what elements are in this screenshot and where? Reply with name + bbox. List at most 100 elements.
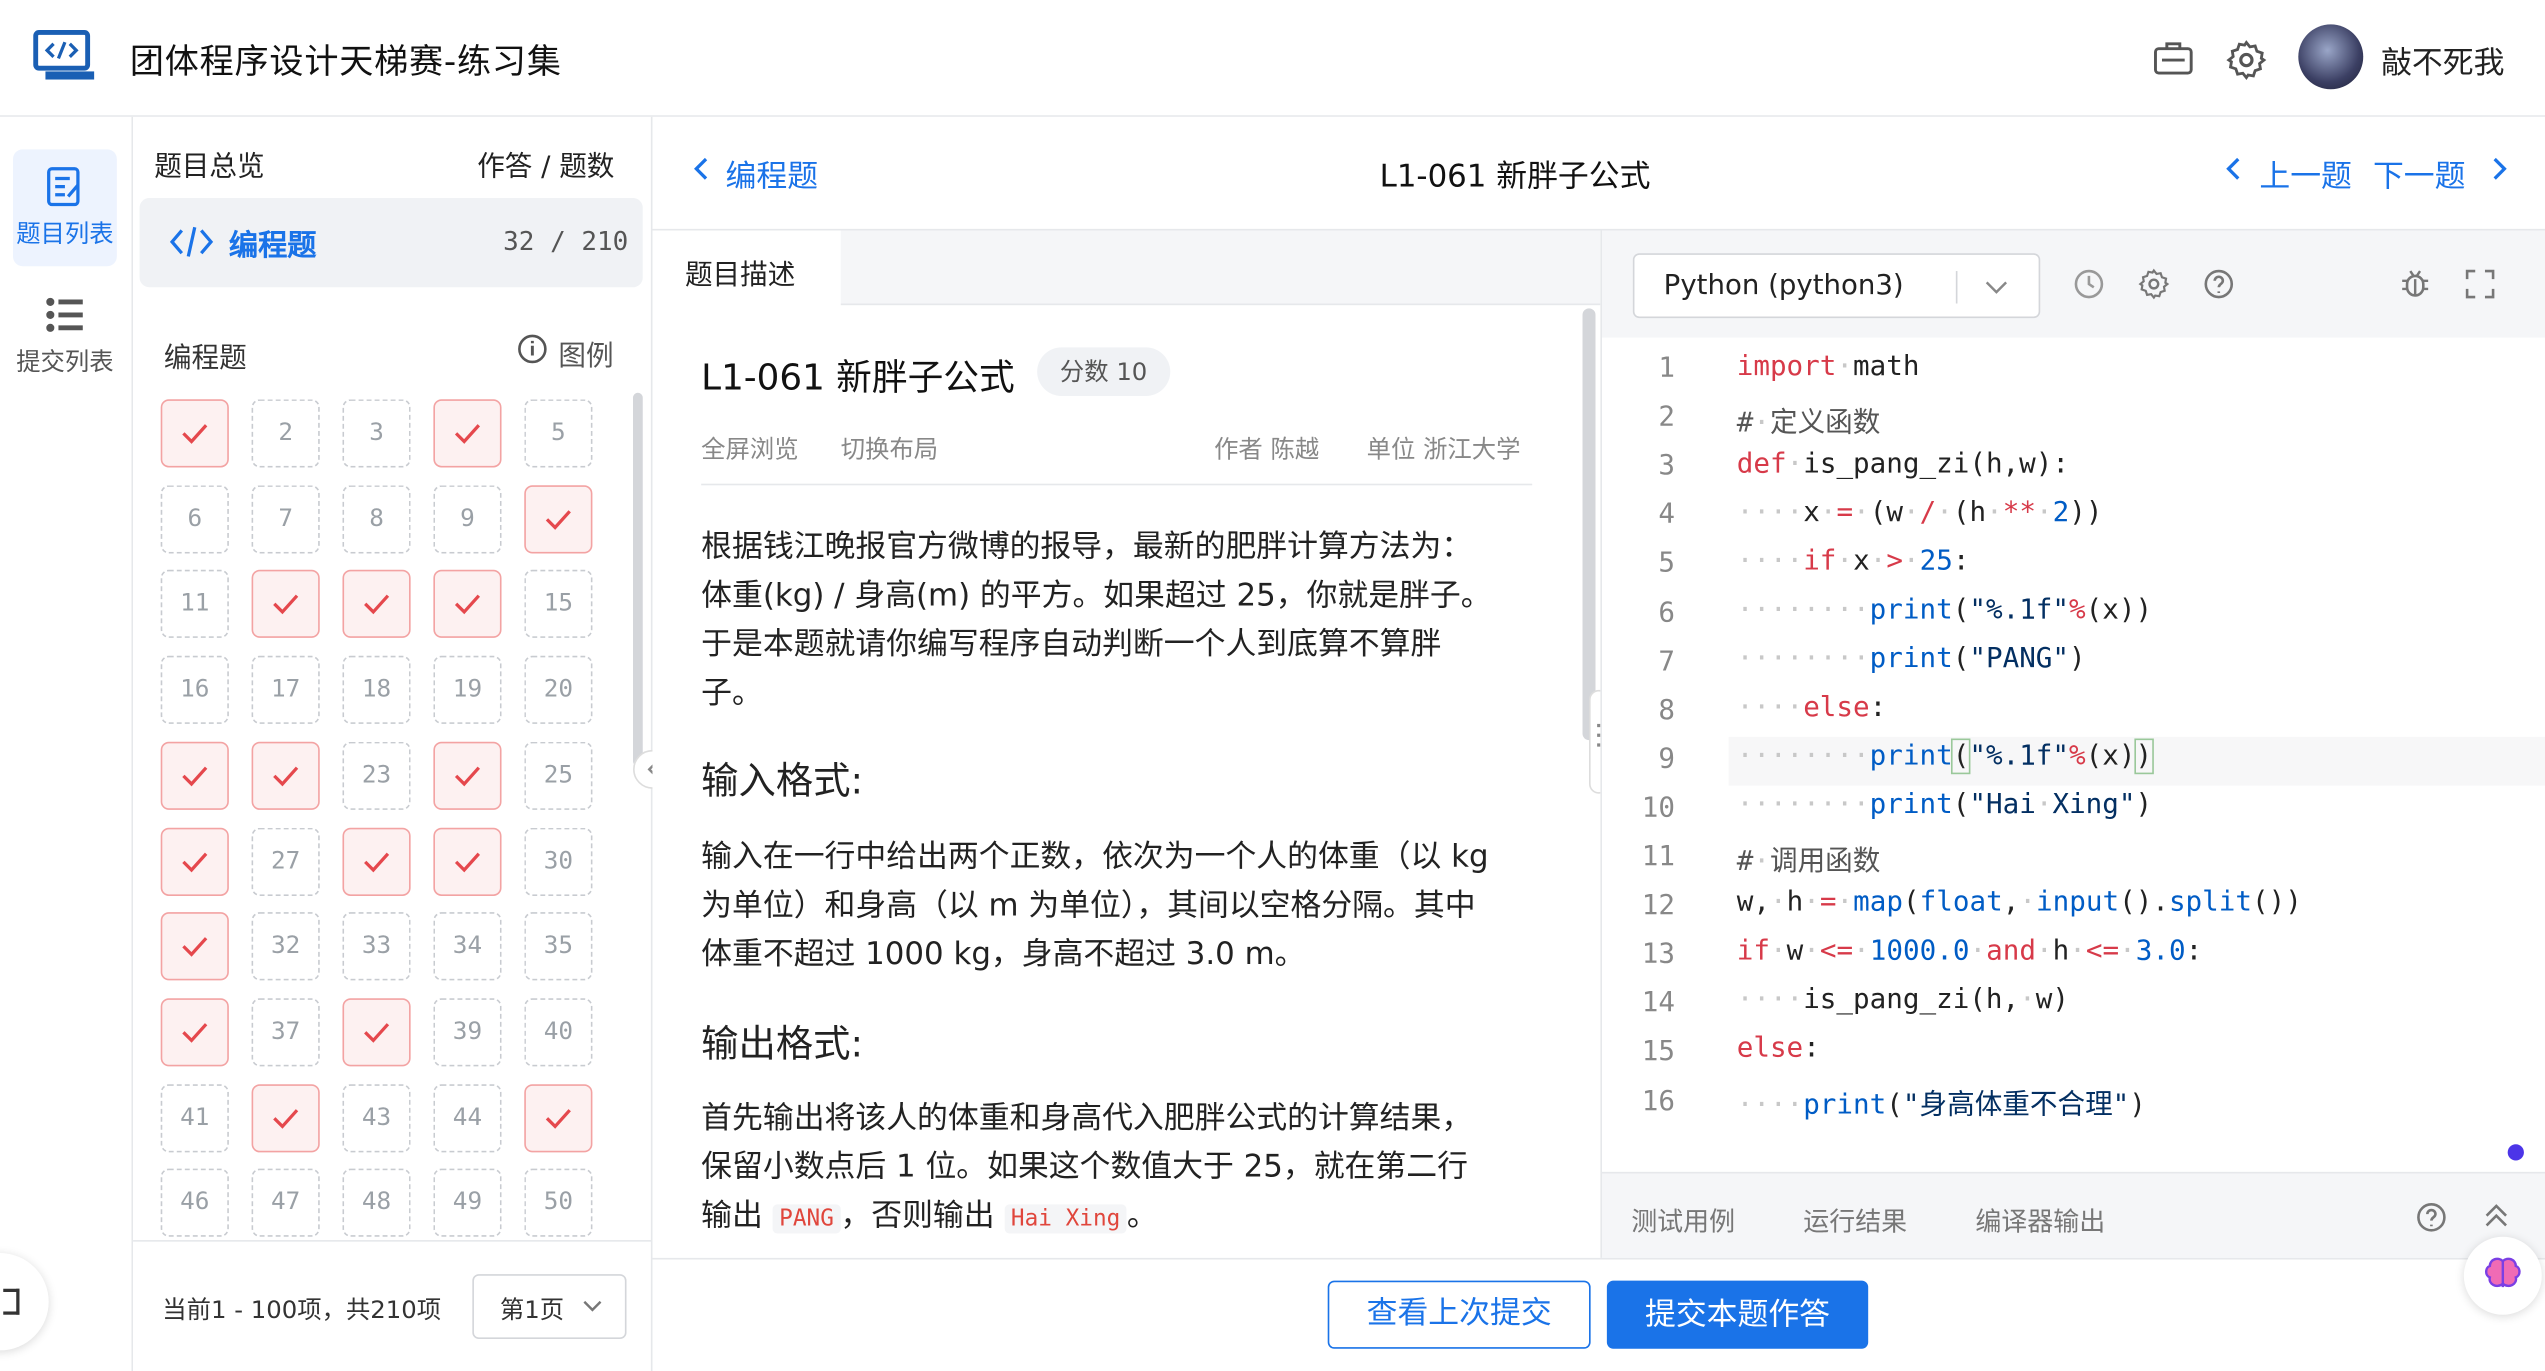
problem-cell-38[interactable]: [342, 998, 411, 1067]
code-line[interactable]: ····x·=·(w·/·(h·**·2)): [1737, 497, 2103, 529]
username[interactable]: 敲不死我: [2381, 39, 2504, 83]
problem-cell-17[interactable]: 17: [251, 655, 320, 725]
code-line[interactable]: ········print("Hai·Xing"): [1737, 789, 2152, 821]
chevron-right-icon[interactable]: [2490, 156, 2509, 182]
problem-cell-9[interactable]: 9: [433, 484, 502, 553]
problem-cell-37[interactable]: 37: [251, 998, 320, 1067]
code-line[interactable]: ····else:: [1737, 691, 1887, 723]
code-line[interactable]: #·调用函数: [1737, 838, 1881, 878]
problem-cell-18[interactable]: 18: [342, 655, 411, 725]
description-scrollbar[interactable]: [1582, 308, 1596, 741]
code-line[interactable]: def·is_pang_zi(h,w):: [1737, 448, 2069, 480]
fullscreen-link[interactable]: 全屏浏览: [701, 432, 798, 466]
problem-cell-49[interactable]: 49: [433, 1169, 502, 1238]
problem-cell-19[interactable]: 19: [433, 655, 502, 725]
problem-cell-22[interactable]: [251, 741, 320, 810]
problem-cell-13[interactable]: [342, 570, 411, 639]
problem-cell-30[interactable]: 30: [524, 826, 593, 896]
problem-cell-20[interactable]: 20: [524, 655, 593, 725]
submit-button[interactable]: 提交本题作答: [1606, 1280, 1869, 1349]
problem-cell-4[interactable]: [433, 399, 502, 468]
code-line[interactable]: if·w·<=·1000.0·and·h·<=·3.0:: [1737, 935, 2203, 967]
problem-cell-46[interactable]: 46: [160, 1169, 229, 1238]
problem-cell-27[interactable]: 27: [251, 826, 320, 896]
problem-cell-42[interactable]: [251, 1083, 320, 1152]
prev-problem-link[interactable]: 上一题: [2259, 153, 2352, 197]
problem-cell-15[interactable]: 15: [524, 570, 593, 639]
help-icon[interactable]: [2415, 1201, 2447, 1233]
problem-cell-40[interactable]: 40: [524, 998, 593, 1067]
problem-cell-41[interactable]: 41: [160, 1083, 229, 1152]
problem-cell-48[interactable]: 48: [342, 1169, 411, 1238]
next-problem-link[interactable]: 下一题: [2373, 153, 2466, 197]
problem-cell-33[interactable]: 33: [342, 912, 411, 981]
tab-compiler-output[interactable]: 编译器输出: [1975, 1199, 2105, 1238]
assistant-button[interactable]: [2463, 1236, 2542, 1315]
language-select[interactable]: Python (python3): [1632, 253, 2041, 319]
problem-cell-14[interactable]: [433, 570, 502, 639]
bug-icon[interactable]: [2397, 266, 2433, 302]
history-icon[interactable]: [2073, 268, 2105, 300]
code-line[interactable]: ····if·x·>·25:: [1737, 545, 1970, 577]
problem-cell-16[interactable]: 16: [160, 655, 229, 725]
problem-cell-24[interactable]: [433, 741, 502, 810]
code-line[interactable]: ········print("%.1f"%(x)): [1737, 738, 2154, 775]
chevron-double-up-icon[interactable]: [2483, 1201, 2509, 1230]
problem-cell-45[interactable]: [524, 1083, 593, 1152]
code-line[interactable]: ····print("身高体重不合理"): [1737, 1081, 2146, 1121]
problem-cell-47[interactable]: 47: [251, 1169, 320, 1238]
code-line[interactable]: ········print("PANG"): [1737, 643, 2086, 675]
floating-toggle-button[interactable]: [0, 1253, 49, 1351]
fullscreen-icon[interactable]: [2464, 268, 2496, 300]
problem-cell-25[interactable]: 25: [524, 741, 593, 810]
help-icon[interactable]: [2203, 268, 2235, 300]
code-line[interactable]: import·math: [1737, 351, 1920, 383]
tab-test-cases[interactable]: 测试用例: [1631, 1199, 1735, 1238]
problem-cell-35[interactable]: 35: [524, 912, 593, 981]
code-line[interactable]: #·定义函数: [1737, 399, 1881, 439]
back-link[interactable]: 编程题: [726, 153, 819, 197]
problem-cell-39[interactable]: 39: [433, 998, 502, 1067]
tab-description[interactable]: 题目描述: [652, 230, 841, 307]
problem-cell-26[interactable]: [160, 826, 229, 896]
problem-cell-7[interactable]: 7: [251, 484, 320, 553]
code-line[interactable]: ····is_pang_zi(h,·w): [1737, 984, 2069, 1016]
code-line[interactable]: else:: [1737, 1032, 1820, 1064]
problem-cell-34[interactable]: 34: [433, 912, 502, 981]
chevron-left-icon[interactable]: [691, 156, 710, 182]
problem-cell-28[interactable]: [342, 826, 411, 896]
gear-icon[interactable]: [2225, 39, 2267, 81]
problem-cell-12[interactable]: [251, 570, 320, 639]
app-logo-icon[interactable]: [32, 29, 97, 84]
page-select[interactable]: 第1页: [472, 1274, 627, 1340]
chevron-left-icon[interactable]: [2224, 156, 2243, 182]
problem-cell-21[interactable]: [160, 741, 229, 810]
problem-cell-10[interactable]: [524, 484, 593, 553]
rail-item-problem-list[interactable]: 题目列表: [12, 149, 117, 267]
code-line[interactable]: w,·h·=·map(float,·input().split()): [1737, 886, 2302, 918]
problem-cell-29[interactable]: [433, 826, 502, 896]
problem-cell-11[interactable]: 11: [160, 570, 229, 639]
problem-cell-6[interactable]: 6: [160, 484, 229, 553]
problem-cell-32[interactable]: 32: [251, 912, 320, 981]
problem-cell-50[interactable]: 50: [524, 1169, 593, 1238]
view-last-submission-button[interactable]: 查看上次提交: [1327, 1280, 1591, 1349]
problem-cell-5[interactable]: 5: [524, 399, 593, 468]
problem-cell-36[interactable]: [160, 998, 229, 1067]
switch-layout-link[interactable]: 切换布局: [841, 432, 938, 466]
id-card-icon[interactable]: [2152, 41, 2194, 80]
tab-run-result[interactable]: 运行结果: [1803, 1199, 1907, 1238]
grid-scrollbar[interactable]: [633, 392, 643, 767]
problem-cell-2[interactable]: 2: [251, 399, 320, 468]
problem-cell-44[interactable]: 44: [433, 1083, 502, 1152]
gear-icon[interactable]: [2138, 268, 2170, 300]
problem-cell-3[interactable]: 3: [342, 399, 411, 468]
avatar[interactable]: [2298, 24, 2364, 90]
problem-cell-43[interactable]: 43: [342, 1083, 411, 1152]
problem-cell-23[interactable]: 23: [342, 741, 411, 810]
problem-cell-8[interactable]: 8: [342, 484, 411, 553]
problem-cell-1[interactable]: [160, 399, 229, 468]
code-line[interactable]: ········print("%.1f"%(x)): [1737, 594, 2152, 626]
problem-cell-31[interactable]: [160, 912, 229, 981]
rail-item-submission-list[interactable]: 提交列表: [13, 279, 117, 396]
